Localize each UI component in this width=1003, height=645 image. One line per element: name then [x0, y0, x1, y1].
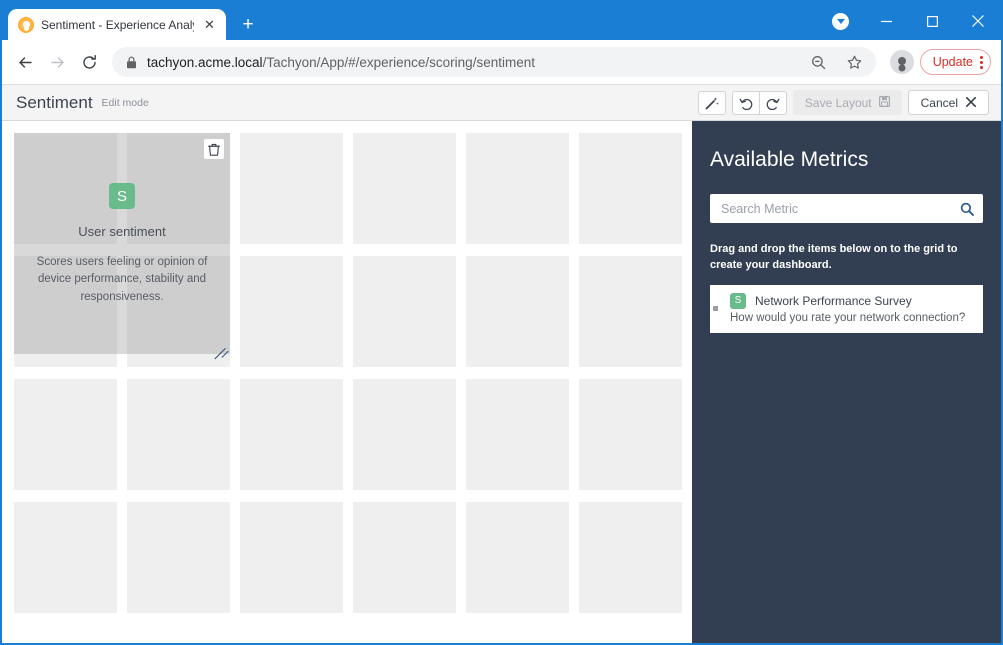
user-circle-icon	[18, 16, 34, 33]
search-icon[interactable]	[960, 202, 974, 216]
grid-placeholder[interactable]	[127, 502, 230, 613]
sidebar-title: Available Metrics	[710, 148, 869, 171]
dashboard-tile-user-sentiment[interactable]: S User sentiment Scores users feeling or…	[14, 133, 230, 360]
save-layout-button[interactable]: Save Layout	[792, 90, 902, 115]
undo-redo-group	[731, 90, 787, 115]
grid-placeholder[interactable]	[353, 502, 456, 613]
tab-strip: Sentiment - Experience Analytics ✕ +	[2, 9, 262, 40]
close-window-icon[interactable]	[955, 2, 1001, 40]
grid-placeholder[interactable]	[466, 133, 569, 244]
grid-placeholder[interactable]	[127, 379, 230, 490]
save-disk-icon	[878, 95, 890, 110]
grid-placeholder[interactable]	[579, 256, 682, 367]
minimize-icon[interactable]	[863, 2, 909, 40]
browser-tab[interactable]: Sentiment - Experience Analytics ✕	[8, 9, 226, 40]
lock-icon	[126, 56, 137, 69]
url-text: tachyon.acme.local/Tachyon/App/#/experie…	[147, 55, 796, 70]
update-label: Update	[932, 55, 973, 69]
page-title: Sentiment	[16, 92, 93, 112]
window-controls	[832, 2, 1001, 40]
metric-type-badge: S	[730, 292, 746, 309]
search-metric-box[interactable]	[710, 194, 983, 223]
tile-description: Scores users feeling or opinion of devic…	[36, 256, 208, 303]
edit-mode-label: Edit mode	[101, 96, 149, 109]
address-bar[interactable]: tachyon.acme.local/Tachyon/App/#/experie…	[112, 47, 876, 77]
cancel-button[interactable]: Cancel	[907, 90, 989, 115]
zoom-out-icon[interactable]	[806, 49, 832, 75]
url-path: /Tachyon/App/#/experience/scoring/sentim…	[262, 54, 535, 70]
metric-card[interactable]: S Network Performance Survey How would y…	[720, 284, 983, 333]
metric-card-header: S Network Performance Survey	[730, 292, 973, 309]
cancel-label: Cancel	[920, 95, 958, 110]
app-header: Sentiment Edit mode Save Layout Cancel	[2, 85, 1001, 121]
grid-placeholder[interactable]	[14, 379, 117, 490]
grid-placeholder[interactable]	[240, 379, 343, 490]
save-layout-label: Save Layout	[804, 95, 872, 110]
browser-toolbar: tachyon.acme.local/Tachyon/App/#/experie…	[2, 40, 1001, 85]
list-item[interactable]: S Network Performance Survey How would y…	[710, 284, 983, 333]
grid-placeholder[interactable]	[353, 379, 456, 490]
grid-placeholder[interactable]	[353, 133, 456, 244]
app-body: S User sentiment Scores users feeling or…	[2, 121, 1001, 643]
grid-placeholder[interactable]	[240, 256, 343, 367]
grid-placeholder[interactable]	[14, 502, 117, 613]
grid-placeholder[interactable]	[579, 379, 682, 490]
close-icon[interactable]: ✕	[201, 16, 218, 33]
grid-placeholder[interactable]	[240, 133, 343, 244]
drag-drop-hint: Drag and drop the items below on to the …	[710, 243, 958, 271]
kebab-menu-icon[interactable]	[980, 55, 983, 69]
download-arrow-icon[interactable]	[832, 12, 849, 30]
tile-title: User sentiment	[78, 224, 166, 239]
forward-button[interactable]	[42, 47, 72, 77]
search-input[interactable]	[721, 201, 960, 216]
undo-button[interactable]	[731, 90, 759, 115]
profile-avatar[interactable]	[889, 50, 914, 74]
cancel-x-icon	[965, 96, 977, 110]
back-button[interactable]	[10, 47, 40, 77]
grid-placeholder[interactable]	[466, 502, 569, 613]
dashboard-grid: S User sentiment Scores users feeling or…	[14, 133, 682, 613]
grid-placeholder[interactable]	[353, 256, 456, 367]
maximize-icon[interactable]	[909, 2, 955, 40]
redo-button[interactable]	[758, 90, 787, 115]
grid-placeholder[interactable]	[240, 502, 343, 613]
grid-placeholder[interactable]	[579, 502, 682, 613]
trash-icon[interactable]	[204, 139, 224, 159]
header-actions: Save Layout Cancel	[697, 90, 989, 115]
url-domain: tachyon.acme.local	[147, 54, 263, 70]
new-tab-button[interactable]: +	[234, 10, 262, 38]
metric-description: How would you rate your network connecti…	[730, 311, 966, 324]
metric-name: Network Performance Survey	[755, 293, 912, 308]
grid-placeholder[interactable]	[466, 379, 569, 490]
available-metrics-sidebar: Available Metrics Drag and drop the item…	[692, 121, 1001, 643]
grid-placeholder[interactable]	[466, 256, 569, 367]
metric-type-badge: S	[109, 183, 135, 209]
resize-grip-icon[interactable]	[211, 335, 229, 360]
drag-handle-icon[interactable]	[710, 284, 720, 333]
browser-title-bar: Sentiment - Experience Analytics ✕ +	[2, 2, 1001, 40]
reload-button[interactable]	[74, 47, 104, 77]
update-button[interactable]: Update	[919, 49, 991, 75]
browser-window: Sentiment - Experience Analytics ✕ +	[0, 0, 1003, 645]
tab-title: Sentiment - Experience Analytics	[41, 17, 194, 32]
magic-wand-button[interactable]	[697, 90, 726, 115]
dashboard-canvas[interactable]: S User sentiment Scores users feeling or…	[2, 121, 692, 643]
star-icon[interactable]	[842, 49, 868, 75]
grid-placeholder[interactable]	[579, 133, 682, 244]
